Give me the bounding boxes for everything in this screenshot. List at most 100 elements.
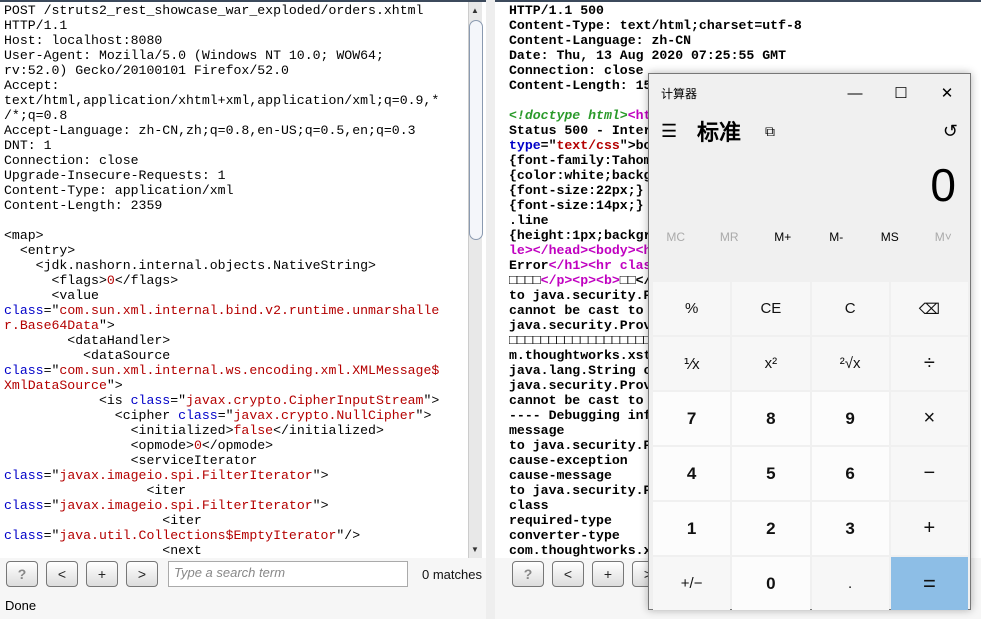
code-token: Content-Length: 15 (509, 78, 652, 93)
code-token: false (233, 423, 274, 438)
key-3-button[interactable]: 3 (811, 502, 889, 555)
code-token: class (509, 498, 549, 513)
code-token: <map> (4, 228, 44, 243)
memory-mc-button[interactable]: MC (649, 230, 703, 244)
key-backspace-button[interactable]: ⌫ (890, 282, 968, 335)
code-line: <dataSource (4, 348, 439, 363)
request-pane[interactable]: POST /struts2_rest_showcase_war_exploded… (0, 0, 486, 558)
code-token: le></head><body><h (509, 243, 652, 258)
key-percent-button[interactable]: % (653, 282, 731, 335)
code-line: r.Base64Data"> (4, 318, 439, 333)
search-input[interactable]: Type a search term (168, 561, 408, 587)
code-token: =" (43, 303, 60, 318)
window-title: 计算器 (661, 86, 698, 101)
request-scrollbar[interactable]: ▲ ▼ (468, 2, 483, 558)
code-token: <next (4, 543, 202, 558)
memory-m-button[interactable]: M- (810, 230, 864, 244)
key-clear-button[interactable]: C (811, 282, 889, 335)
request-editor[interactable]: POST /struts2_rest_showcase_war_exploded… (4, 3, 439, 558)
code-token: ">bo (619, 138, 652, 153)
scroll-thumb[interactable] (469, 20, 483, 240)
code-token: □□□□□□□□□□□□□□□□□□ (509, 333, 652, 348)
key-2-button[interactable]: 2 (732, 502, 810, 555)
code-line: <cipher class="javax.crypto.NullCipher"> (4, 408, 439, 423)
code-token: {height:1px;backgr (509, 228, 652, 243)
maximize-icon[interactable]: ☐ (878, 84, 924, 102)
code-token: <!doctype html> (509, 108, 628, 123)
key-4-button[interactable]: 4 (653, 447, 731, 500)
key-clear-entry-button[interactable]: CE (732, 282, 810, 335)
code-token: javax.imageio.spi.FilterIterator (59, 468, 313, 483)
key-reciprocal-button[interactable]: ⅟x (653, 337, 731, 390)
code-token: required-type (509, 513, 612, 528)
title-bar[interactable]: 计算器 — ☐ ✕ (649, 74, 970, 112)
previous-button[interactable]: < (552, 561, 584, 587)
code-token: {font-size:14px;} (509, 198, 644, 213)
key-9-button[interactable]: 9 (811, 392, 889, 445)
code-line: Connection: close (4, 153, 439, 168)
key-8-button[interactable]: 8 (732, 392, 810, 445)
code-line: Content-Type: text/html;charset=utf-8 (509, 18, 802, 33)
code-token: User-Agent: Mozilla/5.0 (Windows NT 10.0… (4, 48, 384, 63)
match-count: 0 matches (422, 566, 482, 582)
code-token: "> (423, 393, 440, 408)
code-token: {font-family:Tahom (509, 153, 652, 168)
code-token: =" (43, 363, 60, 378)
code-token: cannot be cast to (509, 303, 644, 318)
minimize-icon[interactable]: — (832, 85, 878, 102)
key-multiply-button[interactable]: × (890, 392, 968, 445)
key-7-button[interactable]: 7 (653, 392, 731, 445)
key-square-root-button[interactable]: ²√x (811, 337, 889, 390)
history-icon[interactable]: ↺ (943, 121, 958, 142)
code-line: <opmode>0</opmode> (4, 438, 439, 453)
code-token: javax.crypto.NullCipher (233, 408, 416, 423)
code-line: class="javax.imageio.spi.FilterIterator"… (4, 468, 439, 483)
code-token: Connection: close (509, 63, 644, 78)
memory-mr-button[interactable]: MR (703, 230, 757, 244)
close-icon[interactable]: ✕ (924, 84, 970, 102)
key-divide-button[interactable]: ÷ (890, 337, 968, 390)
code-token: Connection: close (4, 153, 139, 168)
code-line: class="java.util.Collections$EmptyIterat… (4, 528, 439, 543)
key-decimal-button[interactable]: . (811, 557, 889, 610)
code-token: "> (312, 468, 329, 483)
code-line: POST /struts2_rest_showcase_war_exploded… (4, 3, 439, 18)
code-token: XmlDataSource (4, 378, 107, 393)
memory-m-button[interactable]: M+ (756, 230, 810, 244)
pane-divider[interactable] (486, 0, 495, 619)
code-token: {color:white;backg (509, 168, 652, 183)
hamburger-menu-icon[interactable]: ☰ (661, 121, 697, 142)
key-add-button[interactable]: + (890, 502, 968, 555)
code-token: class (130, 393, 171, 408)
code-token: com.thoughtworks.x (509, 543, 652, 558)
key-subtract-button[interactable]: − (890, 447, 968, 500)
next-button[interactable]: > (126, 561, 158, 587)
code-token: "> (312, 498, 329, 513)
help-button[interactable]: ? (512, 561, 544, 587)
key-negate-button[interactable]: +/− (653, 557, 731, 610)
code-token: "> (98, 318, 115, 333)
code-token: Content-Type: application/xml (4, 183, 234, 198)
key-0-button[interactable]: 0 (732, 557, 810, 610)
code-token: message (509, 423, 565, 438)
code-token: Host: localhost:8080 (4, 33, 163, 48)
code-token: m.thoughtworks.xst (509, 348, 652, 363)
code-token: </opmode> (201, 438, 274, 453)
code-token: "> (106, 378, 123, 393)
key-square-button[interactable]: x² (732, 337, 810, 390)
key-6-button[interactable]: 6 (811, 447, 889, 500)
add-button[interactable]: + (86, 561, 118, 587)
code-token: Accept-Language: zh-CN,zh;q=0.8,en-US;q=… (4, 123, 416, 138)
keep-on-top-icon[interactable]: ⧉ (765, 123, 943, 140)
code-line: rv:52.0) Gecko/20100101 Firefox/52.0 (4, 63, 439, 78)
key-1-button[interactable]: 1 (653, 502, 731, 555)
key-5-button[interactable]: 5 (732, 447, 810, 500)
code-line: Host: localhost:8080 (4, 33, 439, 48)
memory-m-button[interactable]: M˅ (917, 230, 971, 244)
key-equals-button[interactable]: = (890, 557, 968, 610)
help-button[interactable]: ? (6, 561, 38, 587)
add-button[interactable]: + (592, 561, 624, 587)
previous-button[interactable]: < (46, 561, 78, 587)
memory-ms-button[interactable]: MS (863, 230, 917, 244)
